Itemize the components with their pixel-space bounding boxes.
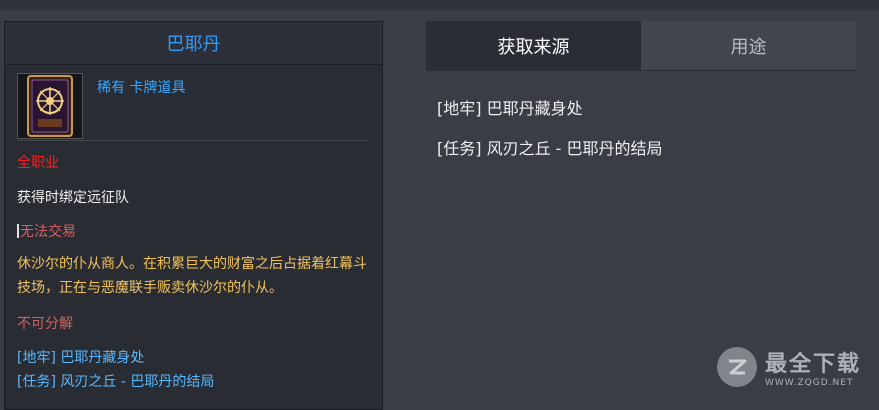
tab-bar: 获取来源 用途 bbox=[426, 21, 856, 71]
card-item-icon[interactable] bbox=[17, 73, 83, 139]
source-link-quest[interactable]: [任务] 风刃之丘 - 巴耶丹的结局 bbox=[17, 371, 214, 391]
watermark-text: 最全下载 WWW.ZQGD.NET bbox=[765, 346, 861, 388]
watermark: 最全下载 WWW.ZQGD.NET bbox=[716, 346, 861, 388]
top-bar bbox=[0, 0, 879, 10]
source-link-dungeon[interactable]: [地牢] 巴耶丹藏身处 bbox=[17, 347, 144, 367]
tab-acquisition[interactable]: 获取来源 bbox=[426, 21, 641, 70]
watermark-main: 最全下载 bbox=[764, 352, 861, 377]
watermark-logo-icon bbox=[716, 347, 757, 387]
tab-usage[interactable]: 用途 bbox=[641, 21, 856, 70]
item-tooltip-card: 巴耶丹 稀有 卡牌道具 全职业 获得时绑定远征队 无法交易 休沙尔的仆从商人。在… bbox=[4, 21, 383, 410]
source-list: [地牢] 巴耶丹藏身处 [任务] 风刃之丘 - 巴耶丹的结局 bbox=[437, 95, 663, 175]
item-description: 休沙尔的仆从商人。在积累巨大的财富之后占据着红幕斗技场，正在与恶魔联手贩卖休沙尔… bbox=[17, 256, 367, 296]
class-requirement: 全职业 bbox=[17, 155, 59, 171]
text-cursor bbox=[17, 224, 19, 238]
item-summary: 稀有 卡牌道具 bbox=[5, 65, 382, 139]
trade-text: 无法交易 bbox=[20, 224, 76, 240]
dismantle-info: 不可分解 bbox=[17, 316, 73, 332]
source-item-quest[interactable]: [任务] 风刃之丘 - 巴耶丹的结局 bbox=[437, 135, 663, 159]
trade-info: 无法交易 bbox=[17, 221, 76, 241]
item-name: 巴耶丹 bbox=[166, 34, 221, 55]
bind-info: 获得时绑定远征队 bbox=[17, 190, 129, 206]
card-header: 巴耶丹 bbox=[5, 22, 382, 65]
watermark-sub: WWW.ZQGD.NET bbox=[764, 378, 854, 388]
source-item-dungeon[interactable]: [地牢] 巴耶丹藏身处 bbox=[437, 95, 663, 119]
divider bbox=[17, 140, 367, 141]
item-rarity-type: 稀有 卡牌道具 bbox=[97, 80, 186, 96]
